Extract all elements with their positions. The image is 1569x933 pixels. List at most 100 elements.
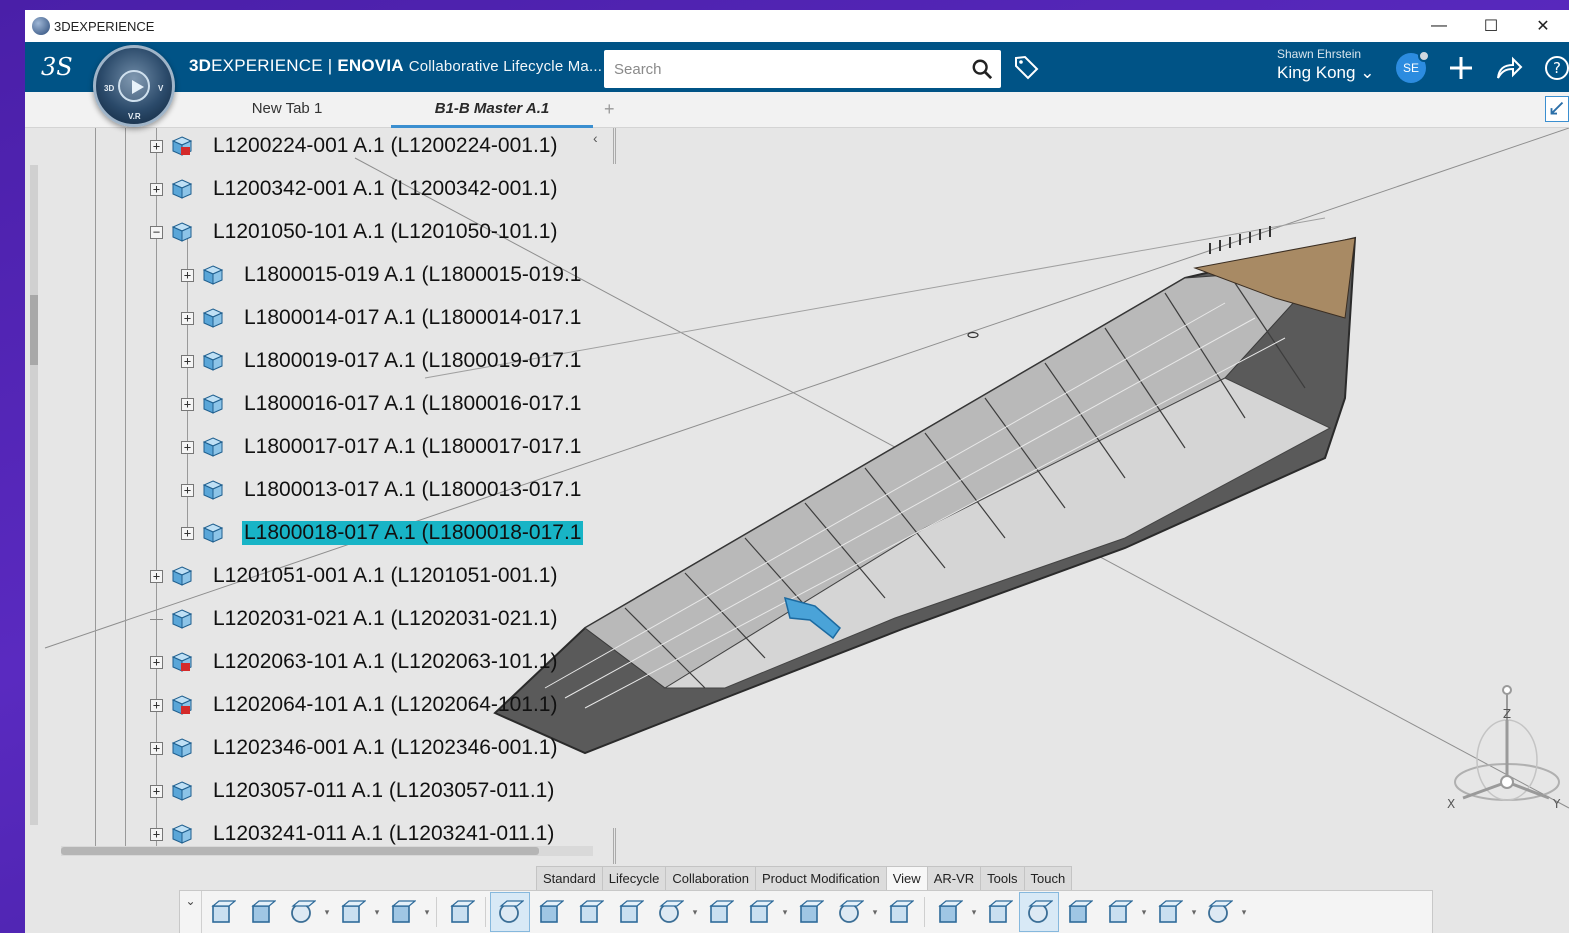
tree-node[interactable]: + L1203057-011 A.1 (L1203057-011.1) bbox=[150, 776, 556, 806]
compass-play-button[interactable] bbox=[118, 70, 150, 102]
view-cube-button[interactable] bbox=[490, 892, 530, 932]
render-button[interactable] bbox=[880, 892, 920, 932]
tree-node[interactable]: + L1202063-101 A.1 (L1202063-101.1) bbox=[150, 647, 559, 677]
pan-button[interactable] bbox=[570, 892, 610, 932]
expand-node-icon[interactable]: + bbox=[181, 311, 194, 325]
dropdown-caret-icon[interactable]: ▾ bbox=[1239, 907, 1249, 918]
help-icon[interactable]: ? bbox=[1543, 54, 1569, 82]
layout-button[interactable] bbox=[1099, 892, 1139, 932]
tree-node[interactable]: + L1800015-019 A.1 (L1800015-019.1 bbox=[181, 260, 583, 290]
ambience-button[interactable] bbox=[1059, 892, 1099, 932]
axis-compass[interactable]: Z X Y bbox=[1445, 680, 1569, 820]
share-icon[interactable] bbox=[1495, 54, 1523, 82]
expand-node-icon[interactable]: + bbox=[150, 139, 163, 153]
tree-node[interactable]: + L1201051-001 A.1 (L1201051-001.1) bbox=[150, 561, 559, 591]
user-menu[interactable]: Shawn Ehrstein King Kong ⌄ bbox=[1277, 47, 1374, 83]
tree-splitter-bottom[interactable] bbox=[613, 828, 616, 864]
dropdown-caret-icon[interactable]: ▾ bbox=[322, 907, 332, 918]
scrollbar-thumb[interactable] bbox=[61, 847, 539, 855]
tree-node-selected[interactable]: + L1800018-017 A.1 (L1800018-017.1 bbox=[181, 518, 584, 548]
hide-show-button[interactable] bbox=[929, 892, 969, 932]
tree-vertical-scrollbar[interactable] bbox=[30, 165, 38, 825]
zoom-fit-button[interactable] bbox=[441, 892, 481, 932]
expand-node-icon[interactable]: + bbox=[181, 483, 194, 497]
dropdown-caret-icon[interactable]: ▾ bbox=[780, 907, 790, 918]
dropdown-caret-icon[interactable]: ▾ bbox=[422, 907, 432, 918]
tag-icon[interactable] bbox=[1013, 54, 1039, 80]
avatar[interactable]: SE bbox=[1396, 50, 1430, 83]
action-tab-standard[interactable]: Standard bbox=[536, 866, 603, 890]
action-tab-product-modification[interactable]: Product Modification bbox=[754, 866, 887, 890]
rotate-button[interactable] bbox=[610, 892, 650, 932]
cut-button[interactable] bbox=[202, 892, 242, 932]
iso-view-button[interactable] bbox=[740, 892, 780, 932]
dropdown-caret-icon[interactable]: ▾ bbox=[1189, 907, 1199, 918]
expand-node-icon[interactable]: + bbox=[181, 526, 194, 540]
expand-node-icon[interactable]: + bbox=[181, 440, 194, 454]
dropdown-caret-icon[interactable]: ▾ bbox=[870, 907, 880, 918]
tree-node[interactable]: − L1201050-101 A.1 (L1201050-101.1) bbox=[150, 217, 559, 247]
dropdown-caret-icon[interactable]: ▾ bbox=[969, 907, 979, 918]
action-tab-lifecycle[interactable]: Lifecycle bbox=[601, 866, 667, 890]
add-icon[interactable] bbox=[1447, 54, 1475, 82]
fit-all-button[interactable] bbox=[530, 892, 570, 932]
expand-node-icon[interactable]: + bbox=[181, 354, 194, 368]
expand-node-icon[interactable]: + bbox=[150, 827, 163, 841]
update-button[interactable] bbox=[382, 892, 422, 932]
cylinder-button[interactable] bbox=[830, 892, 870, 932]
expand-node-icon[interactable]: + bbox=[150, 784, 163, 798]
tree-node[interactable]: + L1200224-001 A.1 (L1200224-001.1) bbox=[150, 131, 559, 161]
tree-node[interactable]: + L1800017-017 A.1 (L1800017-017.1 bbox=[181, 432, 583, 462]
copy-button[interactable] bbox=[242, 892, 282, 932]
zoom-button[interactable] bbox=[650, 892, 690, 932]
expand-node-icon[interactable]: + bbox=[150, 182, 163, 196]
expand-node-icon[interactable]: + bbox=[150, 698, 163, 712]
search-icon[interactable] bbox=[971, 58, 993, 80]
expand-node-icon[interactable]: + bbox=[181, 268, 194, 282]
expand-node-icon[interactable]: + bbox=[150, 741, 163, 755]
maximize-button[interactable]: ☐ bbox=[1465, 10, 1517, 42]
action-tab-touch[interactable]: Touch bbox=[1023, 866, 1073, 890]
tree-node[interactable]: + L1200342-001 A.1 (L1200342-001.1) bbox=[150, 174, 559, 204]
collapse-tree-icon[interactable]: ‹ bbox=[593, 130, 598, 146]
action-tab-ar-vr[interactable]: AR-VR bbox=[926, 866, 982, 890]
ds-logo-icon[interactable]: 3S bbox=[41, 52, 77, 82]
tree-button[interactable] bbox=[1149, 892, 1189, 932]
add-tab-icon[interactable]: + bbox=[604, 99, 615, 120]
scrollbar-thumb[interactable] bbox=[30, 295, 38, 365]
dropdown-caret-icon[interactable]: ▾ bbox=[372, 907, 382, 918]
shading-button[interactable] bbox=[790, 892, 830, 932]
action-tab-collaboration[interactable]: Collaboration bbox=[665, 866, 756, 890]
tree-node[interactable]: + L1202346-001 A.1 (L1202346-001.1) bbox=[150, 733, 559, 763]
tree-node[interactable]: + L1800019-017 A.1 (L1800019-017.1 bbox=[181, 346, 583, 376]
minimize-button[interactable]: — bbox=[1413, 10, 1465, 42]
expand-node-icon[interactable]: + bbox=[150, 655, 163, 669]
paste-button[interactable] bbox=[282, 892, 322, 932]
tree-node[interactable]: + L1202064-101 A.1 (L1202064-101.1) bbox=[150, 690, 559, 720]
visualization-button[interactable] bbox=[979, 892, 1019, 932]
tree-node[interactable]: + L1800013-017 A.1 (L1800013-017.1 bbox=[181, 475, 583, 505]
search-input[interactable] bbox=[604, 50, 964, 88]
tree-node[interactable]: + L1800014-017 A.1 (L1800014-017.1 bbox=[181, 303, 583, 333]
tree-node[interactable]: + L1203241-011 A.1 (L1203241-011.1) bbox=[150, 819, 556, 848]
tree-node[interactable]: + L1800016-017 A.1 (L1800016-017.1 bbox=[181, 389, 583, 419]
expand-node-icon[interactable]: + bbox=[150, 569, 163, 583]
dropdown-caret-icon[interactable]: ▾ bbox=[690, 907, 700, 918]
look-at-button[interactable] bbox=[700, 892, 740, 932]
tree-splitter-top[interactable] bbox=[613, 128, 616, 164]
close-button[interactable]: ✕ bbox=[1517, 10, 1569, 42]
tab-new-tab-1[interactable]: New Tab 1 bbox=[231, 92, 343, 128]
compass-widget[interactable]: 3D V V.R bbox=[93, 45, 175, 127]
dropdown-caret-icon[interactable]: ▾ bbox=[1139, 907, 1149, 918]
undo-button[interactable] bbox=[332, 892, 372, 932]
action-tab-view[interactable]: View bbox=[885, 866, 928, 890]
collapse-node-icon[interactable]: − bbox=[150, 225, 163, 239]
tab-b1b-master[interactable]: B1-B Master A.1 bbox=[391, 92, 593, 128]
restore-view-icon[interactable] bbox=[1545, 96, 1569, 122]
action-tab-tools[interactable]: Tools bbox=[980, 866, 1025, 890]
tree-node[interactable]: L1202031-021 A.1 (L1202031-021.1) bbox=[150, 604, 559, 634]
section-button[interactable] bbox=[1019, 892, 1059, 932]
collapse-toolbar-icon[interactable]: ⌄ bbox=[180, 891, 202, 933]
expand-node-icon[interactable]: + bbox=[181, 397, 194, 411]
assembly-button[interactable] bbox=[1199, 892, 1239, 932]
